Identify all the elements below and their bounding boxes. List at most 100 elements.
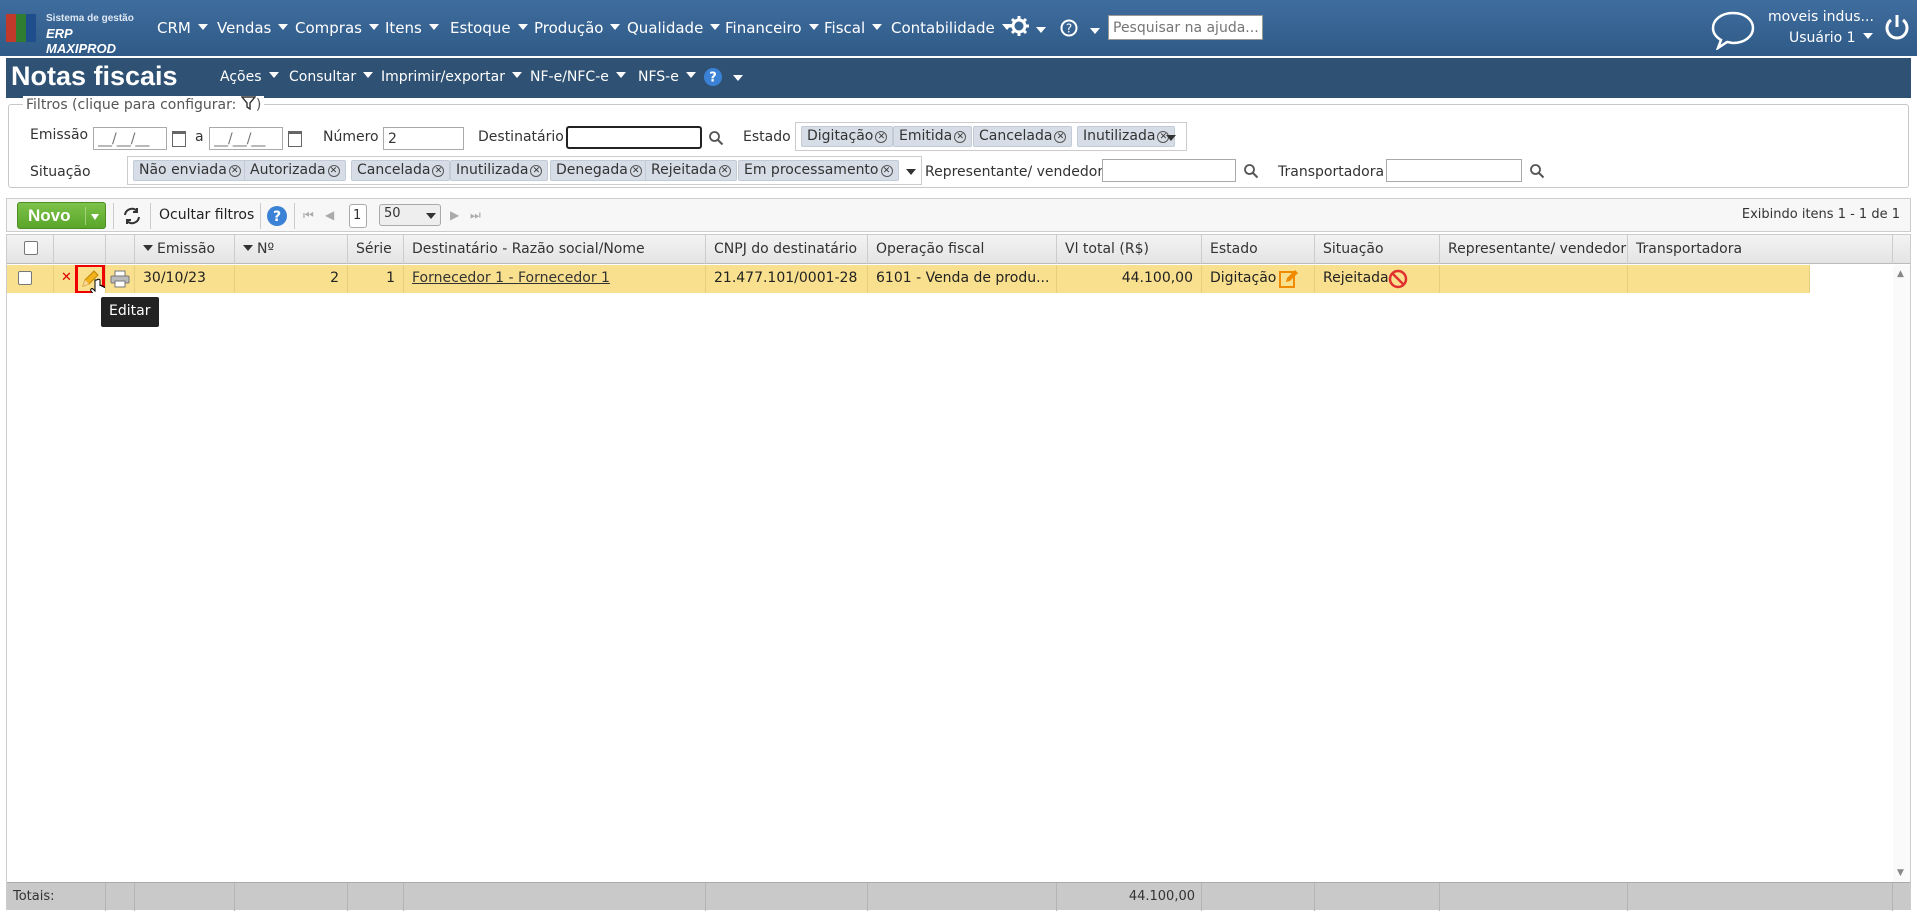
company-name[interactable]: moveis indus... [1768,9,1874,25]
funnel-icon[interactable] [240,96,257,111]
menu-itens[interactable]: Itens [385,19,439,37]
menu-contabilidade[interactable]: Contabilidade [891,19,1012,37]
delete-icon[interactable]: ✕ [61,270,72,285]
destinatario-input[interactable] [566,126,702,149]
column-header-estado[interactable]: Estado [1202,235,1315,264]
estado-tag-emitida[interactable]: Emitida ✕ [893,126,973,147]
calendar-icon[interactable] [172,131,186,147]
menu-qualidade[interactable]: Qualidade [627,19,721,37]
menu-producao[interactable]: Produção [534,19,621,37]
last-page-icon[interactable]: ⏭ [470,208,481,223]
search-icon[interactable] [1243,163,1259,179]
menu-financeiro[interactable]: Financeiro [725,19,819,37]
column-header-numero[interactable]: Nº [235,235,348,264]
menu-compras[interactable]: Compras [295,19,379,37]
numero-input[interactable] [383,127,464,150]
menu-acoes[interactable]: Ações [220,69,279,85]
emissao-start-input[interactable] [93,127,167,150]
column-header-vl-total[interactable]: Vl total (R$) [1057,235,1202,264]
printer-icon[interactable] [110,270,130,288]
close-icon[interactable]: ✕ [432,165,445,177]
scroll-down-icon[interactable]: ▼ [1897,868,1904,878]
column-header-transportadora[interactable]: Transportadora [1628,235,1893,264]
search-icon[interactable] [1529,163,1545,179]
new-button[interactable]: Novo [17,202,106,229]
destinatario-link[interactable]: Fornecedor 1 - Fornecedor 1 [412,270,610,286]
situacao-tag-nao-enviada[interactable]: Não enviada ✕ [133,160,247,181]
situacao-tag-autorizada[interactable]: Autorizada ✕ [244,160,346,181]
close-icon[interactable]: ✕ [880,165,893,177]
menu-nfse[interactable]: NFS-e [638,69,696,85]
page-help-menu[interactable]: ? [703,67,743,91]
close-icon[interactable]: ✕ [327,165,340,177]
select-all-checkbox[interactable] [24,241,38,255]
close-icon[interactable]: ✕ [875,131,888,143]
search-icon[interactable] [708,130,724,146]
situacao-tag-inutilizada[interactable]: Inutilizada ✕ [450,160,549,181]
edit-note-icon[interactable] [1279,269,1299,289]
estado-tag-digitacao[interactable]: Digitação ✕ [801,126,894,147]
next-page-icon[interactable]: ▶ [450,208,459,222]
row-checkbox[interactable] [18,271,32,285]
filters-legend[interactable]: Filtros (clique para configurar: ) [23,96,265,113]
estado-multiselect[interactable]: Digitação ✕ Emitida ✕ Cancelada ✕ Inutiliza… [795,122,1187,151]
column-header-situacao[interactable]: Situação [1315,235,1440,264]
close-icon[interactable]: ✕ [530,165,543,177]
menu-consultar[interactable]: Consultar [289,69,374,85]
sort-desc-icon [243,245,253,251]
calendar-icon[interactable] [288,131,302,147]
settings-menu[interactable] [1009,16,1046,40]
help-menu[interactable]: ? [1060,19,1100,41]
page-size-select[interactable]: 50 [379,204,441,226]
prohibited-icon[interactable] [1388,269,1408,289]
situacao-multiselect[interactable]: Não enviada ✕ Autorizada ✕ Cancelada ✕ Inut… [127,156,922,185]
menu-crm[interactable]: CRM [157,19,208,37]
menu-imprimir-exportar[interactable]: Imprimir/exportar [381,69,522,85]
help-search-input[interactable] [1108,15,1263,40]
estado-tag-inutilizada[interactable]: Inutilizada ✕ [1077,126,1176,147]
select-all-header [7,235,54,264]
refresh-icon[interactable] [122,207,142,225]
erp-logo[interactable]: Sistema de gestão ERP MAXIPROD [6,12,141,56]
column-header-operacao[interactable]: Operação fiscal [868,235,1057,264]
close-icon[interactable]: ✕ [954,131,967,143]
user-menu[interactable]: Usuário 1 [1789,30,1873,46]
help-circle-icon[interactable]: ? [266,205,288,227]
column-header-destinatario[interactable]: Destinatário - Razão social/Nome [404,235,706,264]
chevron-down-icon[interactable] [1166,135,1176,141]
close-icon[interactable]: ✕ [228,165,241,177]
column-label: Operação fiscal [876,241,985,257]
transportadora-input[interactable] [1386,159,1522,182]
situacao-tag-rejeitada[interactable]: Rejeitada ✕ [645,160,737,181]
emissao-end-input[interactable] [209,127,283,150]
first-page-icon[interactable]: ⏮ [303,208,314,223]
close-icon[interactable]: ✕ [718,165,731,177]
situacao-tag-cancelada[interactable]: Cancelada ✕ [351,160,451,181]
close-icon[interactable]: ✕ [629,165,642,177]
menu-label: Imprimir/exportar [381,69,505,85]
situacao-tag-em-processamento[interactable]: Em processamento ✕ [738,160,899,181]
chat-bubble-icon[interactable] [1710,10,1756,50]
scroll-up-icon[interactable]: ▲ [1897,269,1904,279]
representante-input[interactable] [1102,159,1236,182]
power-icon[interactable] [1883,13,1911,41]
column-header-representante[interactable]: Representante/ vendedor [1440,235,1628,264]
filters-panel: Filtros (clique para configurar: ) Emiss… [8,96,1909,188]
chevron-down-icon[interactable] [906,169,916,175]
page-number-input[interactable]: 1 [349,204,367,228]
prev-page-icon[interactable]: ◀ [325,208,334,222]
vertical-scrollbar[interactable]: ▲ ▼ [1893,265,1910,882]
menu-fiscal[interactable]: Fiscal [824,19,883,37]
column-header-emissao[interactable]: Emissão [135,235,235,264]
table-row[interactable]: ✕ 30/10/23 2 1 Fornecedor 1 - Fornecedor… [7,265,1810,293]
estado-tag-cancelada[interactable]: Cancelada ✕ [973,126,1073,147]
hide-filters-button[interactable]: Ocultar filtros [159,207,254,223]
column-header-cnpj[interactable]: CNPJ do destinatário [706,235,868,264]
menu-estoque[interactable]: Estoque [450,19,528,37]
situacao-tag-denegada[interactable]: Denegada ✕ [550,160,648,181]
menu-nfe-nfce[interactable]: NF-e/NFC-e [530,69,626,85]
column-header-serie[interactable]: Série [348,235,404,264]
menu-vendas[interactable]: Vendas [217,19,289,37]
close-icon[interactable]: ✕ [1054,131,1067,143]
chevron-down-icon[interactable] [91,214,99,220]
